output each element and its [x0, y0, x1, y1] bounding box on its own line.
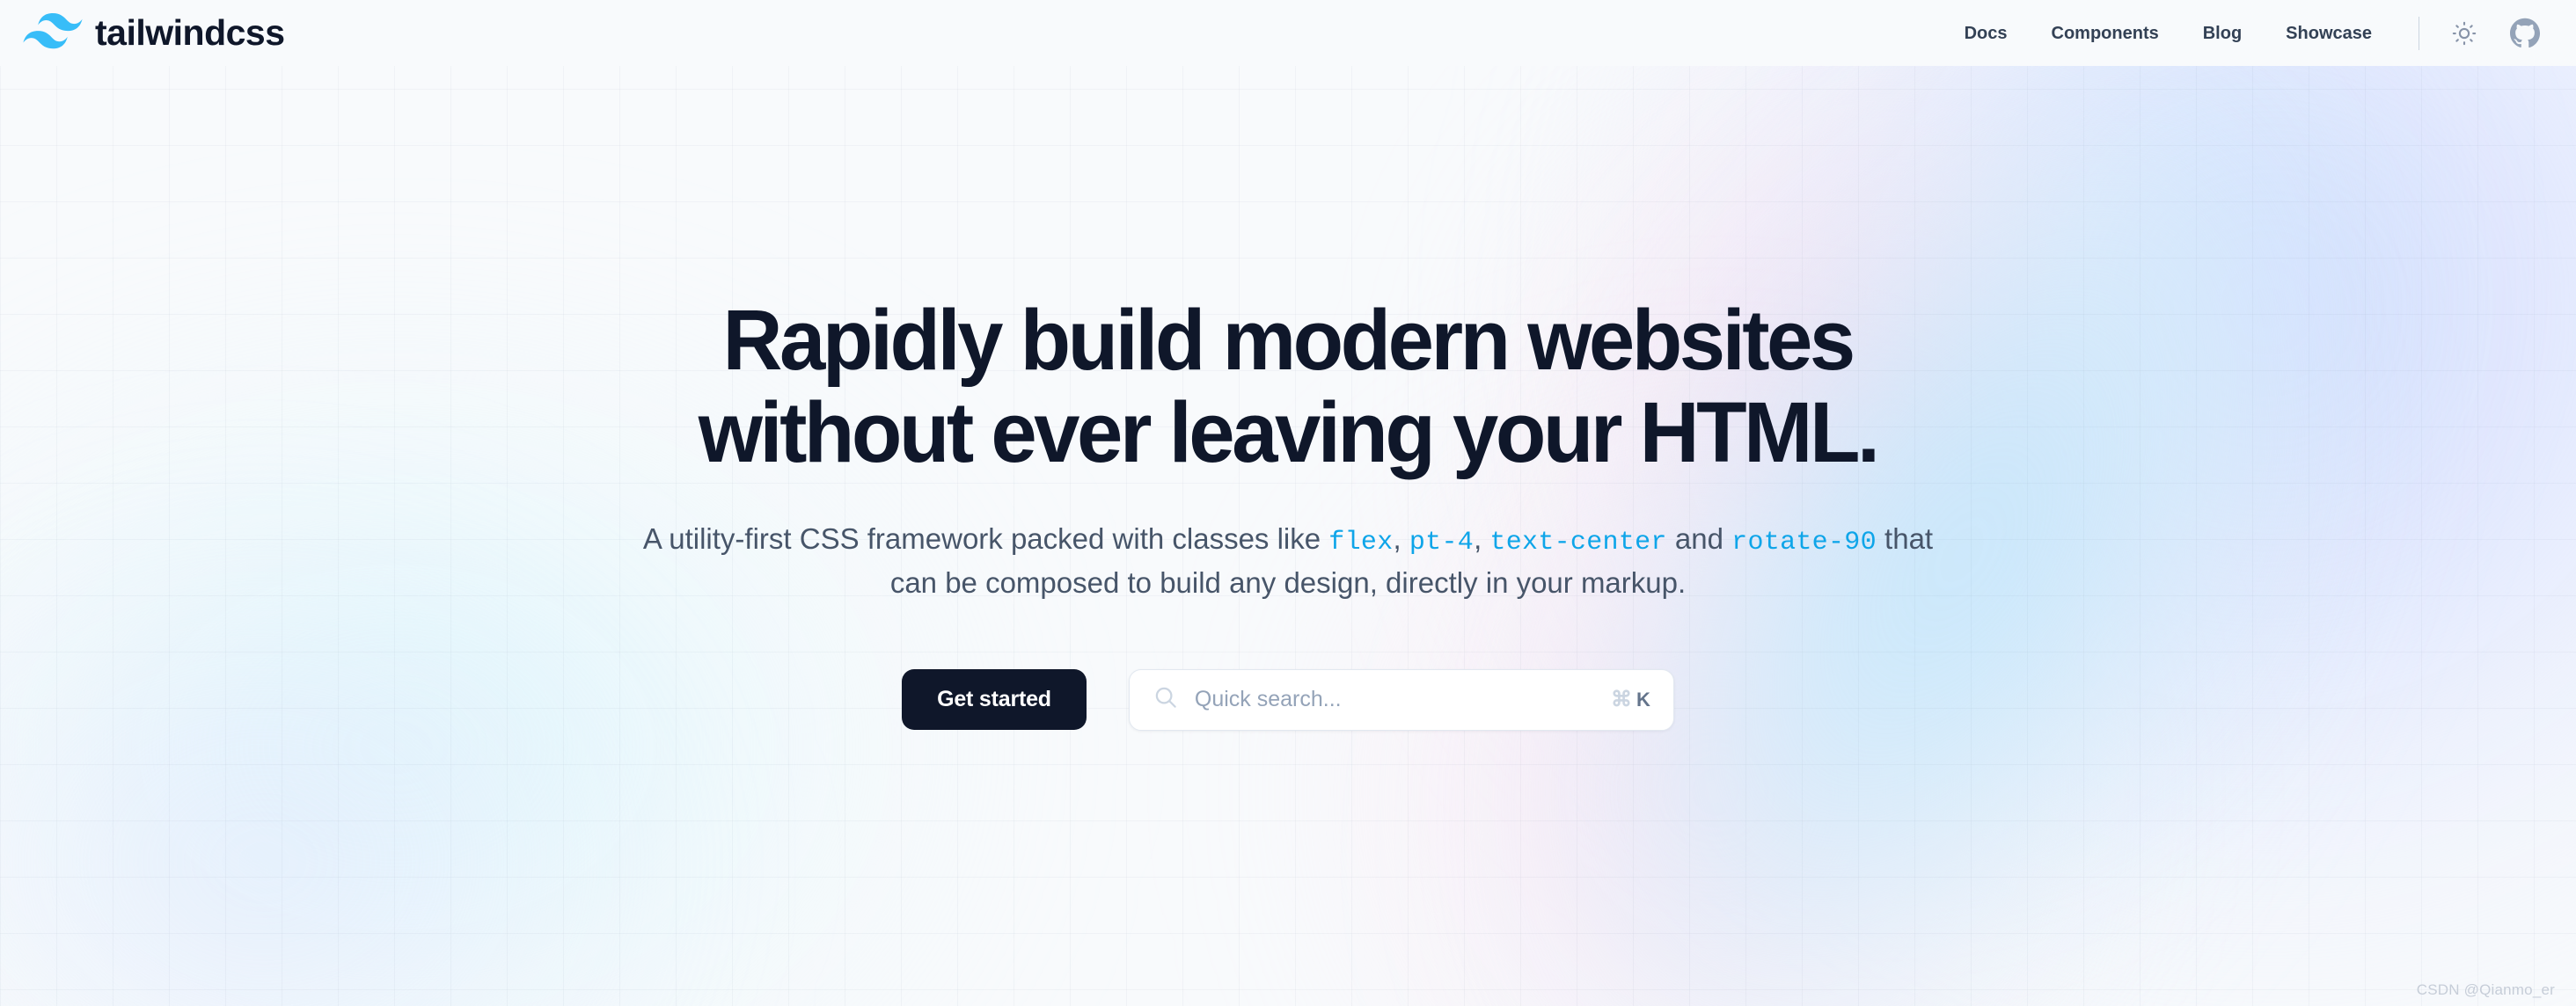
headline-line-1: Rapidly build modern websites [722, 292, 1856, 388]
brand-home-link[interactable]: tailwindcss [23, 12, 285, 54]
hero-section: Rapidly build modern websites without ev… [0, 0, 2576, 1006]
subtitle-text-2: and [1666, 521, 1732, 555]
search-shortcut-hint: ⌘ K [1611, 687, 1650, 712]
subtitle-sep-1: , [1393, 521, 1409, 555]
subtitle-text-1: A utility-first CSS framework packed wit… [642, 521, 1329, 555]
site-header: tailwindcss Docs Components Blog Showcas… [0, 0, 2576, 66]
quick-search-box[interactable]: ⌘ K [1128, 668, 1674, 731]
primary-navigation: Docs Components Blog Showcase [1943, 16, 2541, 50]
nav-link-showcase[interactable]: Showcase [2264, 25, 2394, 42]
hero-subtitle: A utility-first CSS framework packed wit… [628, 518, 1948, 605]
sun-icon[interactable] [2449, 18, 2479, 48]
command-key-icon: ⌘ [1611, 688, 1632, 712]
code-token-flex: flex [1328, 527, 1394, 558]
shortcut-key-letter: K [1636, 688, 1650, 711]
tailwind-wave-logo-icon [23, 12, 83, 54]
code-token-rotate-90: rotate-90 [1731, 527, 1877, 558]
search-icon [1153, 684, 1179, 715]
code-token-pt-4: pt-4 [1409, 527, 1475, 558]
page-title: Rapidly build modern websites without ev… [699, 292, 1880, 480]
hero-actions: Get started ⌘ K [902, 668, 1674, 731]
subtitle-sep-2: , [1474, 521, 1490, 555]
nav-link-docs[interactable]: Docs [1943, 25, 2030, 42]
nav-link-blog[interactable]: Blog [2181, 25, 2264, 42]
nav-link-components[interactable]: Components [2030, 25, 2181, 42]
headline-line-2: without ever leaving your HTML. [699, 383, 1880, 480]
code-token-text-center: text-center [1489, 527, 1667, 558]
search-input[interactable] [1194, 687, 1611, 713]
github-icon[interactable] [2509, 18, 2541, 49]
watermark-text: CSDN @Qianmo_er [2416, 981, 2555, 998]
get-started-button[interactable]: Get started [902, 669, 1087, 731]
brand-wordmark: tailwindcss [95, 12, 285, 53]
